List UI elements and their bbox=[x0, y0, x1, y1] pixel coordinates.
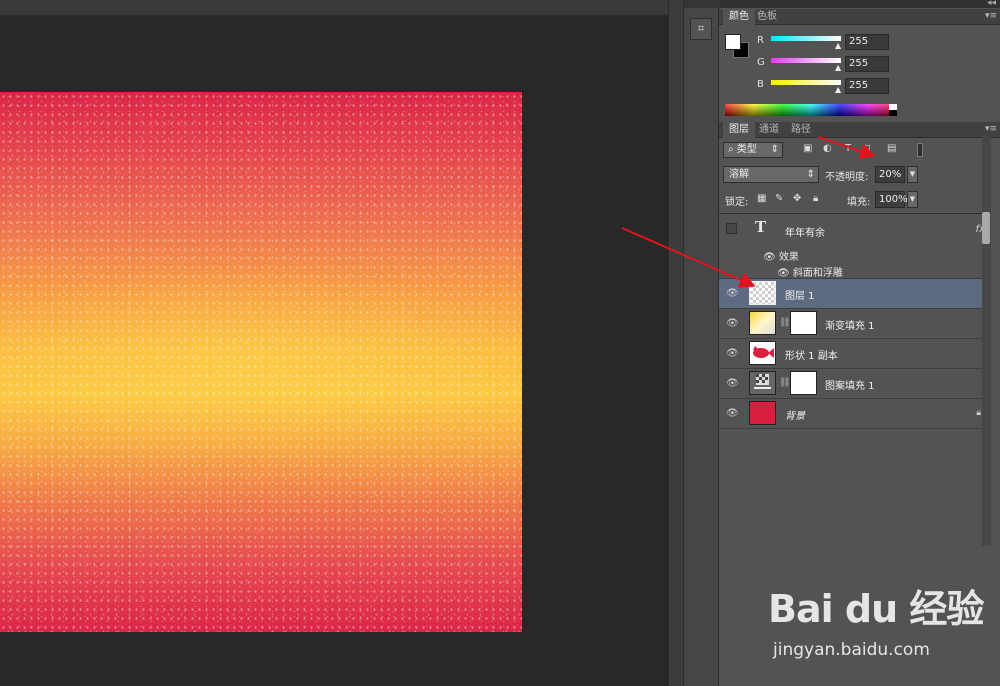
pattern-fill-icon bbox=[754, 374, 771, 389]
pattern-thumbnail bbox=[749, 371, 776, 395]
red-slider-thumb[interactable]: ▲ bbox=[835, 41, 841, 50]
gradient-thumbnail bbox=[749, 311, 776, 335]
watermark-logo: Bai du 经验 bbox=[768, 587, 984, 631]
canvas-noise bbox=[0, 92, 522, 632]
fish-icon bbox=[753, 346, 774, 358]
layer-row-text[interactable]: T 年年有余 fx 👁︎ 效果 👁︎ 斜面和浮雕 bbox=[719, 214, 991, 279]
layers-panel-menu-icon[interactable]: ▾≡ bbox=[985, 122, 997, 136]
chevron-updown-icon: ⇕ bbox=[806, 169, 815, 180]
eye-icon[interactable]: 👁︎ bbox=[777, 268, 790, 279]
foreground-color-swatch[interactable] bbox=[725, 34, 741, 50]
opacity-label: 不透明度: bbox=[825, 172, 869, 183]
black-white-swatch[interactable] bbox=[889, 104, 897, 116]
layer-row-gradient-fill[interactable]: 👁︎ ⛓︎ 渐变填充 1 bbox=[719, 309, 991, 339]
lock-image-brush-icon[interactable]: ✎ bbox=[775, 193, 783, 204]
layer-name[interactable]: 渐变填充 1 bbox=[825, 317, 875, 332]
green-slider-thumb[interactable]: ▲ bbox=[835, 63, 841, 72]
smart-object-filter-icon[interactable]: ▤ bbox=[887, 143, 896, 154]
fill-label: 填充: bbox=[847, 197, 871, 208]
baidu-jingyan-watermark: Bai du 经验 jingyan.baidu.com bbox=[768, 578, 998, 678]
eye-icon[interactable]: 👁︎ bbox=[726, 318, 739, 330]
lock-label: 锁定: bbox=[725, 197, 749, 208]
tab-channels[interactable]: 通道 bbox=[753, 122, 785, 138]
workspace-scroll-gutter bbox=[668, 0, 683, 686]
effects-row[interactable]: 👁︎ 效果 bbox=[763, 248, 799, 263]
opacity-dropdown-icon[interactable]: ▼ bbox=[907, 166, 918, 183]
visibility-toggle[interactable] bbox=[726, 223, 737, 234]
red-channel-label: R bbox=[757, 35, 764, 46]
tab-swatches[interactable]: 色板 bbox=[751, 9, 783, 25]
layer-row-pattern-fill[interactable]: 👁︎ ⛓︎ 图案填充 1 bbox=[719, 369, 991, 399]
red-slider[interactable] bbox=[771, 36, 841, 41]
image-canvas[interactable] bbox=[0, 92, 522, 632]
dock-header: ◂◂ bbox=[719, 0, 1000, 8]
layer-row-layer1[interactable]: 👁︎ 图层 1 bbox=[719, 279, 991, 309]
layer-name[interactable]: 背景 bbox=[785, 407, 805, 422]
effect-name: 斜面和浮雕 bbox=[792, 268, 843, 279]
blue-slider[interactable] bbox=[771, 80, 841, 85]
background-thumbnail bbox=[749, 401, 776, 425]
watermark-url: jingyan.baidu.com bbox=[773, 640, 930, 660]
text-layer-icon: T bbox=[755, 218, 767, 236]
panel-menu-icon[interactable]: ▾≡ bbox=[985, 9, 997, 23]
pixel-filter-icon[interactable]: ▣ bbox=[803, 143, 812, 154]
fish-shape-thumbnail bbox=[749, 341, 776, 365]
color-spectrum-bar[interactable] bbox=[725, 104, 897, 116]
lock-transparency-icon[interactable]: ▦ bbox=[757, 193, 766, 204]
fill-dropdown-icon[interactable]: ▼ bbox=[907, 191, 918, 208]
layers-panel-tabs: 图层 通道 路径 ▾≡ bbox=[719, 122, 1000, 138]
layers-scrollbar-thumb[interactable] bbox=[982, 212, 990, 244]
lock-icon: 🔒︎ bbox=[976, 408, 981, 418]
strip-grip[interactable] bbox=[684, 0, 720, 8]
eye-icon[interactable]: 👁︎ bbox=[763, 252, 776, 263]
type-filter-icon[interactable]: T bbox=[845, 143, 851, 154]
collapsed-panel-strip: ⌗ bbox=[683, 0, 720, 686]
adjustment-filter-icon[interactable]: ◐ bbox=[823, 143, 832, 154]
green-slider[interactable] bbox=[771, 58, 841, 63]
layer-thumbnail bbox=[749, 281, 776, 305]
eye-icon[interactable]: 👁︎ bbox=[726, 348, 739, 360]
bevel-emboss-row[interactable]: 👁︎ 斜面和浮雕 bbox=[777, 264, 843, 279]
layer-filter-select[interactable]: ⌕ 类型 ⇕ bbox=[723, 142, 783, 158]
layer-name[interactable]: 年年有余 bbox=[785, 224, 825, 239]
mask-thumbnail[interactable] bbox=[790, 371, 817, 395]
blend-mode-select[interactable]: 溶解 ⇕ bbox=[723, 166, 819, 183]
mask-thumbnail[interactable] bbox=[790, 311, 817, 335]
layers-scrollbar[interactable] bbox=[982, 136, 991, 546]
filter-toggle-switch[interactable] bbox=[917, 143, 923, 157]
document-tab-bar bbox=[0, 0, 683, 16]
collapse-panels-icon[interactable]: ◂◂ bbox=[987, 0, 996, 8]
fill-field[interactable]: 100% bbox=[875, 191, 908, 208]
eye-icon[interactable]: 👁︎ bbox=[726, 288, 739, 300]
tab-layers[interactable]: 图层 bbox=[723, 122, 755, 138]
layer-row-background[interactable]: 👁︎ 背景 🔒︎ bbox=[719, 399, 991, 429]
lock-all-icon[interactable]: 🔒︎ bbox=[813, 193, 818, 204]
layer-name[interactable]: 图层 1 bbox=[785, 287, 815, 302]
blue-value-field[interactable]: 255 bbox=[845, 78, 889, 94]
green-channel-label: G bbox=[757, 57, 765, 68]
green-value-field[interactable]: 255 bbox=[845, 56, 889, 72]
document-workspace bbox=[0, 0, 683, 686]
blend-mode-value: 溶解 bbox=[729, 169, 749, 180]
eye-icon[interactable]: 👁︎ bbox=[726, 408, 739, 420]
chevron-updown-icon: ⇕ bbox=[770, 144, 779, 155]
opacity-field[interactable]: 20% bbox=[875, 166, 905, 183]
layer-name[interactable]: 图案填充 1 bbox=[825, 377, 875, 392]
shape-filter-icon[interactable]: ⌑ bbox=[865, 143, 870, 154]
color-panel-tabs: 颜色 色板 ▾≡ bbox=[719, 9, 1000, 25]
chain-link-icon[interactable]: ⛓︎ bbox=[779, 318, 790, 328]
eye-icon[interactable]: 👁︎ bbox=[726, 378, 739, 390]
layer-name[interactable]: 形状 1 副本 bbox=[785, 347, 838, 362]
history-icon[interactable]: ⌗ bbox=[690, 18, 712, 40]
blue-channel-label: B bbox=[757, 79, 764, 90]
tab-paths[interactable]: 路径 bbox=[785, 122, 817, 138]
effects-label: 效果 bbox=[778, 252, 799, 263]
lock-position-move-icon[interactable]: ✥ bbox=[793, 193, 801, 204]
filter-type-label: 类型 bbox=[736, 144, 757, 155]
chain-link-icon[interactable]: ⛓︎ bbox=[779, 378, 790, 388]
red-value-field[interactable]: 255 bbox=[845, 34, 889, 50]
layer-row-shape[interactable]: 👁︎ 形状 1 副本 bbox=[719, 339, 991, 369]
blue-slider-thumb[interactable]: ▲ bbox=[835, 85, 841, 94]
